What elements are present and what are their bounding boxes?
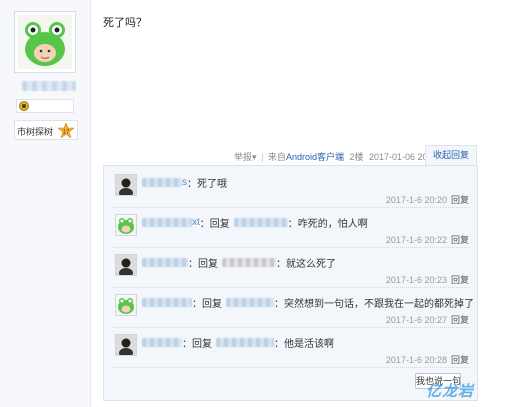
rank-row[interactable]: 市树探树 17 (14, 120, 78, 140)
reply-author-blurred[interactable] (142, 298, 192, 307)
frog-hat-avatar-icon (18, 15, 72, 69)
rank-title: 市树探树 (17, 127, 54, 137)
mentioned-user-blurred[interactable] (226, 298, 274, 307)
reply-footer: 2017-1-6 20:23 回复 (386, 273, 469, 286)
reply-avatar[interactable] (115, 294, 137, 316)
mentioned-user-blurred[interactable] (216, 338, 274, 347)
reply-avatar[interactable] (115, 254, 137, 276)
reply-prefix: 回复 (209, 219, 230, 230)
divider: | (261, 152, 264, 162)
reply-text: 他是活该啊 (284, 339, 334, 350)
reply-author-suffix: xt (192, 217, 200, 228)
reply-footer: 2017-1-6 20:20 回复 (386, 193, 469, 206)
medal-icon (19, 101, 29, 111)
reply-footer: 2017-1-6 20:28 回复 (386, 353, 469, 366)
reply-time: 2017-1-6 20:23 (385, 275, 447, 285)
reply-item: ：回复 ：就这么死了 2017-1-6 20:23 回复 (113, 248, 469, 288)
reply-time: 2017-1-6 20:20 (385, 195, 447, 205)
reply-item: ：回复 ：他是活该啊 2017-1-6 20:28 回复 (113, 328, 469, 368)
reply-action-link[interactable]: 回复 (451, 195, 469, 205)
post-content: 死了吗？ (103, 17, 147, 29)
reply-prefix: 回复 (198, 259, 218, 270)
reply-item: xt：回复 ：咋死的，怕人啊 2017-1-6 20:22 回复 (113, 208, 469, 248)
reply-action-link[interactable]: 回复 (451, 275, 469, 285)
level-badge-icon: 17 (58, 123, 74, 138)
reply-item: ：回复 ：突然想到一句话，不跟我在一起的都死掉了 2017-1-6 20:27 回复 (113, 288, 474, 328)
reply-footer: 2017-1-6 20:22 回复 (386, 233, 469, 246)
post-meta: 举报▾ | 来自Android客户端 2楼 2017-01-06 20:19 (234, 150, 440, 163)
medal-row (16, 99, 74, 113)
chevron-down-icon: ▾ (252, 152, 257, 162)
source-prefix: 来自 (267, 152, 286, 162)
mentioned-user-blurred[interactable] (222, 258, 276, 267)
reply-action-link[interactable]: 回复 (451, 355, 469, 365)
reply-author-blurred[interactable] (142, 218, 192, 227)
reply-prefix: 回复 (202, 299, 222, 310)
reply-avatar[interactable] (115, 174, 137, 196)
floor-number: 2楼 (349, 152, 364, 162)
person-avatar-icon (116, 255, 136, 275)
reply-prefix: 回复 (192, 339, 212, 350)
reply-time: 2017-1-6 20:22 (385, 235, 447, 245)
author-name-blurred[interactable] (22, 81, 76, 91)
frog-avatar-icon (116, 295, 136, 315)
author-avatar[interactable] (14, 11, 76, 73)
report-link[interactable]: 举报▾ (234, 152, 257, 162)
reply-author-blurred[interactable] (142, 178, 182, 187)
level-number: 17 (63, 130, 70, 136)
reply-avatar[interactable] (115, 334, 137, 356)
reply-thread: s：死了哦 2017-1-6 20:20 回复 xt：回复 ：咋死的，怕人啊 201… (103, 165, 478, 401)
reply-text: 咋死的，怕人啊 (297, 219, 368, 230)
reply-item: s：死了哦 2017-1-6 20:20 回复 (113, 168, 469, 208)
person-avatar-icon (116, 175, 136, 195)
reply-text: 突然想到一句话，不跟我在一起的都死掉了 (284, 299, 474, 310)
reply-text: 就这么死了 (286, 259, 336, 270)
site-watermark: 亿龙岩 (426, 383, 475, 400)
reply-action-link[interactable]: 回复 (451, 235, 469, 245)
source-link[interactable]: Android客户端 (286, 152, 344, 162)
reply-time: 2017-1-6 20:28 (385, 355, 447, 365)
frog-avatar-icon (116, 215, 136, 235)
reply-author-blurred[interactable] (142, 338, 182, 347)
reply-author-blurred[interactable] (142, 258, 188, 267)
reply-text: 死了哦 (197, 179, 227, 190)
reply-time: 2017-1-6 20:27 (385, 315, 447, 325)
reply-footer: 2017-1-6 20:27 回复 (386, 313, 469, 326)
author-sidebar: 市树探树 17 (0, 0, 91, 407)
person-avatar-icon (116, 335, 136, 355)
mentioned-user-blurred[interactable] (233, 218, 288, 227)
reply-action-link[interactable]: 回复 (451, 315, 469, 325)
collapse-replies-button[interactable]: 收起回复 (425, 145, 477, 165)
reply-avatar[interactable] (115, 214, 137, 236)
